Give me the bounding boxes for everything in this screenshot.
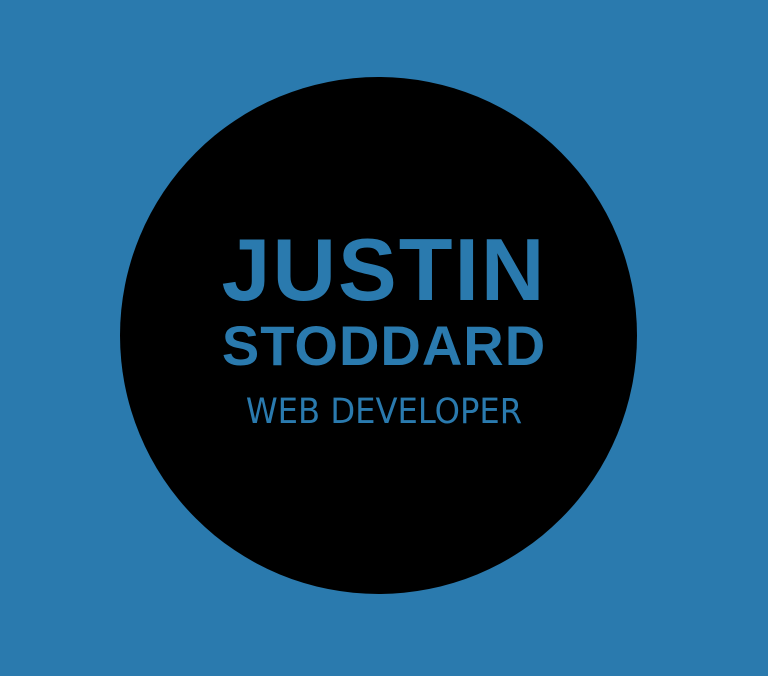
logo-tagline: WEB DEVELOPER	[245, 392, 523, 432]
logo-last-name: STODDARD	[221, 314, 547, 377]
logo-first-name: JUSTIN	[221, 220, 547, 319]
